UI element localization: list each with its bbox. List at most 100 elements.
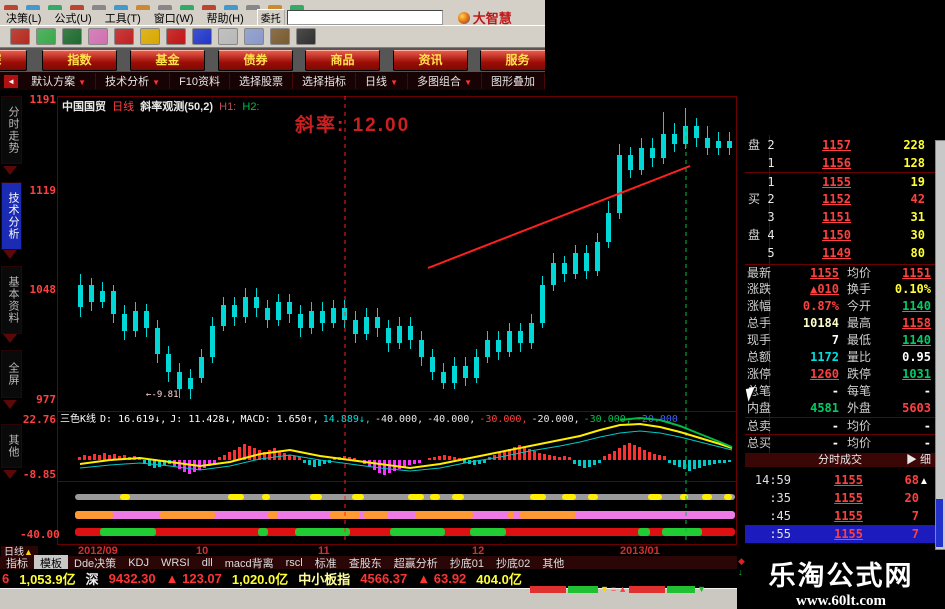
scrollbar-thumb[interactable]: [936, 499, 943, 547]
order-side-label: [745, 244, 763, 262]
macd-bar: [563, 456, 566, 460]
macd-bar: [643, 450, 646, 460]
order-level: 1: [767, 175, 775, 189]
flag-icon[interactable]: [114, 28, 134, 45]
candle: [419, 340, 424, 358]
market-button-债券[interactable]: 债券: [218, 50, 293, 71]
candle: [133, 311, 138, 332]
candle: [309, 311, 314, 329]
menu-item[interactable]: 窗口(W): [154, 10, 194, 26]
watermark-mini-icon: ◆: [738, 556, 745, 566]
macd-bar: [203, 460, 206, 468]
market-button-基金[interactable]: 基金: [130, 50, 205, 71]
quote-scrollbar[interactable]: [935, 140, 945, 550]
market-button-服务[interactable]: 服务: [480, 50, 545, 71]
menu-items: 决策(L) 公式(U) 工具(T) 窗口(W) 帮助(H): [6, 10, 244, 26]
order-volume: 128: [903, 156, 925, 170]
sidebar-tab-全屏[interactable]: 全屏: [1, 350, 22, 398]
menu-item[interactable]: 工具(T): [105, 10, 141, 26]
signal-band-segment: [562, 494, 576, 500]
ticker-row[interactable]: :35 1155 20: [745, 489, 935, 507]
order-input[interactable]: [286, 10, 443, 25]
macd-bar: [303, 460, 306, 463]
menu-item[interactable]: 决策(L): [6, 10, 41, 26]
macd-bar: [128, 457, 131, 460]
watermark-title: 乐淘公式网: [768, 561, 914, 591]
ticker-detail-button[interactable]: ▶ 细: [906, 453, 931, 467]
price-axis-label: 22.76: [22, 413, 56, 426]
signal-band-segment: [258, 528, 268, 536]
stat-value: -: [923, 436, 931, 450]
back-icon[interactable]: ◄: [4, 74, 19, 88]
diamond-icon[interactable]: [140, 28, 160, 45]
ticker-header: 分时成交 ▶ 细: [745, 453, 935, 467]
sidebar-tab-其他[interactable]: 其他: [1, 424, 22, 468]
sidebar-tab-技术分析[interactable]: 技术分析: [1, 182, 22, 250]
menu-item[interactable]: 帮助(H): [207, 10, 244, 26]
stat-row: 最新 1155 均价 1151: [745, 264, 935, 282]
macd-bar: [168, 460, 171, 464]
macd-bar: [593, 460, 596, 465]
red-orb-icon[interactable]: [166, 28, 186, 45]
signal-band-segment: [520, 511, 576, 519]
help-cursor-icon[interactable]: [296, 28, 316, 45]
stat-label: 最低: [847, 333, 872, 347]
panel-separator: [57, 481, 737, 482]
market-button-商品[interactable]: 商品: [305, 50, 380, 71]
macd-bar: [553, 456, 556, 460]
macd-bar: [598, 460, 601, 463]
binoculars-icon[interactable]: [62, 28, 82, 45]
sidebar-tab-分时走势[interactable]: 分时走势: [1, 96, 22, 164]
menu-item[interactable]: 公式(U): [54, 10, 91, 26]
macd-bar: [103, 453, 106, 460]
signal-band-segment: [262, 494, 270, 500]
candle: [463, 366, 468, 378]
nav-item[interactable]: 多图组合 ▼: [408, 73, 482, 89]
h2-label: H2:: [242, 101, 260, 113]
nav-item[interactable]: 技术分析 ▼: [96, 73, 171, 89]
ticker-row[interactable]: 14:59 1155 68: [745, 471, 935, 489]
ticker-scroll-up-icon[interactable]: ▲: [919, 476, 929, 487]
watermark-mini-icon: ↓: [738, 567, 743, 577]
nav-item[interactable]: 日线 ▼: [356, 73, 409, 89]
bottom-tab-WRSI[interactable]: WRSI: [155, 557, 196, 569]
signal-band-0: [75, 494, 735, 500]
monitor-icon[interactable]: [244, 28, 264, 45]
candle: [386, 328, 391, 343]
stat-label: 涨幅: [747, 299, 772, 313]
blue-orb-icon[interactable]: [192, 28, 212, 45]
order-button[interactable]: 委托: [256, 9, 285, 26]
macd-bar: [543, 454, 546, 460]
ticker-row[interactable]: :55 1155 7: [745, 525, 935, 543]
ticker-row[interactable]: :45 1155 7: [745, 507, 935, 525]
nav-item[interactable]: 图形叠加: [482, 73, 545, 89]
nav-item[interactable]: F10资料: [170, 73, 231, 89]
candle: [584, 253, 589, 271]
macd-bar: [353, 458, 356, 460]
slope-readout: 斜率: 12.00: [295, 115, 411, 136]
sidebar-tab-基本资料[interactable]: 基本资料: [1, 266, 22, 334]
ticker-icon[interactable]: [10, 28, 30, 45]
candle: [166, 354, 171, 372]
market-button-指数[interactable]: 指数: [42, 50, 117, 71]
bottom-tab-rscl[interactable]: rscl: [280, 557, 309, 569]
macd-bar: [728, 460, 731, 462]
bottom-tab-KDJ[interactable]: KDJ: [122, 557, 155, 569]
macd-bar: [723, 460, 726, 463]
nav-item[interactable]: 选择指标: [293, 73, 357, 89]
bottom-tab-dll[interactable]: dll: [196, 557, 219, 569]
nav-item[interactable]: 默认方案 ▼: [22, 73, 97, 89]
candle: [661, 133, 666, 159]
market-button-沪深[interactable]: 沪深: [0, 50, 27, 71]
candle: [705, 137, 710, 148]
nav-item[interactable]: 选择股票: [230, 73, 294, 89]
stat-value: 1172: [810, 350, 839, 364]
bars-icon[interactable]: [36, 28, 56, 45]
period-label[interactable]: 日线: [112, 101, 134, 113]
bell-icon[interactable]: [88, 28, 108, 45]
mail-icon[interactable]: [218, 28, 238, 45]
stat-label: 最新: [747, 266, 772, 280]
books-icon[interactable]: [270, 28, 290, 45]
market-button-资讯[interactable]: 资讯: [393, 50, 468, 71]
price-axis-label: 1191: [29, 93, 57, 106]
